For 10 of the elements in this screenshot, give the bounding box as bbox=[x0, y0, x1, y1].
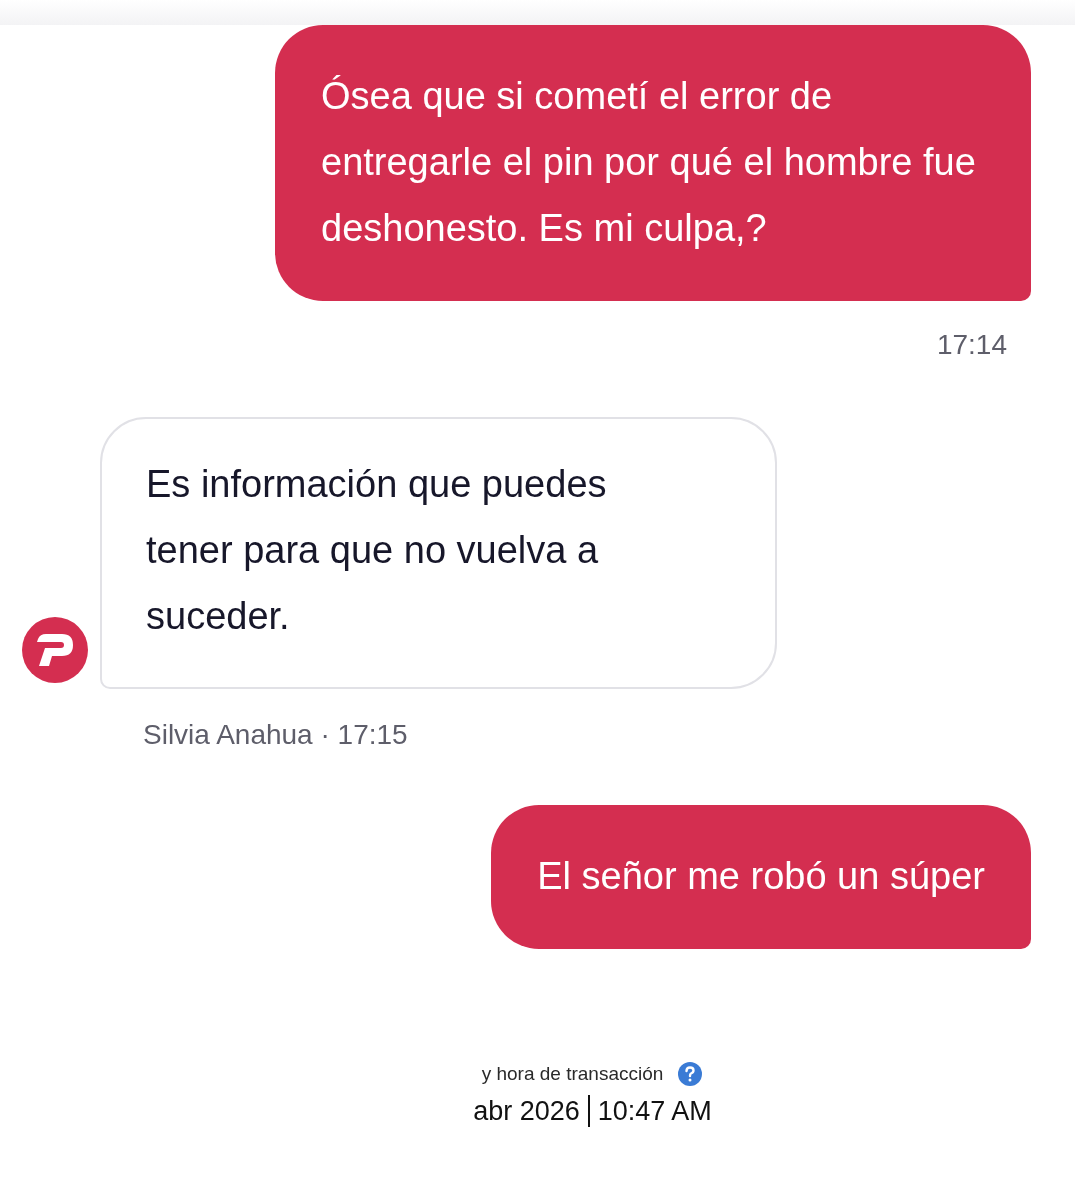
message-time: 17:14 bbox=[936, 329, 1007, 361]
sent-message: Ósea que si cometí el error de entregarle el pin por qué el hombre fue deshonesto. Es mi culpa,? bbox=[275, 25, 1031, 301]
transaction-date: abr 2026 bbox=[473, 1095, 580, 1127]
help-icon[interactable] bbox=[677, 1061, 704, 1087]
avatar-logo-icon bbox=[22, 617, 88, 683]
sent-message: El señor me robó un súper bbox=[491, 805, 1031, 949]
transaction-time: 10:47 AM bbox=[597, 1095, 712, 1127]
transaction-label: y hora de transacción bbox=[481, 1063, 664, 1085]
message-meta: Silvia Anahua · 17:15 bbox=[143, 719, 409, 751]
received-message: Es información que puedes tener para que no vuelva a suceder. bbox=[100, 417, 777, 689]
